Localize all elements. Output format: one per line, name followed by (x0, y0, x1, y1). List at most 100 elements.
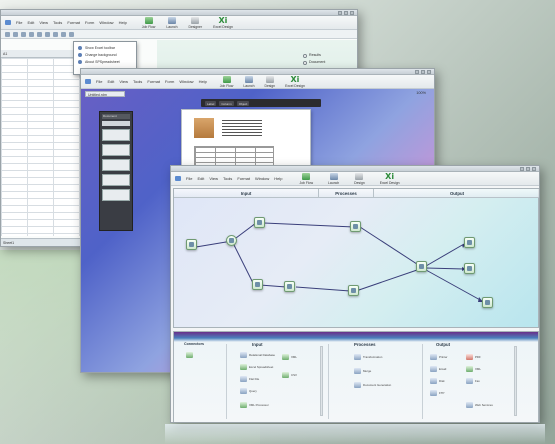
close-button[interactable] (532, 167, 536, 171)
designer-button[interactable]: Designer (189, 16, 202, 29)
palette-item-relational-database[interactable]: Relational Database (240, 352, 275, 358)
menu-tools[interactable]: Tools (133, 79, 142, 84)
palette-item-csv[interactable]: CSV (282, 372, 297, 378)
maximize-button[interactable] (421, 70, 425, 74)
flow-node-output-pdf[interactable] (482, 297, 493, 308)
menu-edit[interactable]: Edit (197, 176, 204, 181)
menu-edit[interactable]: Edit (107, 79, 114, 84)
radio-button[interactable] (303, 60, 307, 65)
connector-tool[interactable] (186, 352, 193, 358)
maximize-button[interactable] (526, 167, 530, 171)
xi-button[interactable]: Xi Excel Design (285, 75, 305, 88)
page-thumbnail[interactable] (102, 129, 130, 141)
page-thumbnail[interactable] (102, 159, 130, 171)
minimize-button[interactable] (338, 11, 342, 15)
menu-help[interactable]: Help (119, 20, 127, 25)
document-tab[interactable]: Untitled.rdm (85, 91, 125, 97)
palette-item-xml-out[interactable]: XML (466, 366, 481, 372)
menu-window[interactable]: Window (255, 176, 269, 181)
input-scrollbar[interactable] (320, 346, 323, 416)
menu-help[interactable]: Help (199, 79, 207, 84)
palette-item-pdf[interactable]: PDF (466, 354, 481, 360)
palette-item-ftp[interactable]: FTP (430, 390, 444, 396)
flow-node-output-2[interactable] (464, 263, 475, 274)
radio-button[interactable] (303, 53, 307, 58)
palette-item-fax[interactable]: Fax (466, 378, 480, 384)
radio-results[interactable]: Results (303, 52, 325, 59)
menu-item-change-background[interactable]: Change background (74, 51, 136, 58)
palette-item-merge[interactable]: Merge (354, 368, 371, 374)
flow-node-merge[interactable] (416, 261, 427, 272)
palette-item-xml[interactable]: XML (282, 354, 297, 360)
spreadsheet-grid[interactable] (1, 58, 81, 236)
column-tool[interactable]: Column (219, 100, 234, 106)
menu-view[interactable]: View (119, 79, 128, 84)
new-icon[interactable] (5, 32, 10, 37)
xi-button[interactable]: Xi Excel Design (380, 172, 400, 185)
flow-node-process-1[interactable] (350, 221, 361, 232)
cut-icon[interactable] (37, 32, 42, 37)
paste-icon[interactable] (53, 32, 58, 37)
open-icon[interactable] (13, 32, 18, 37)
design-button[interactable]: Design (354, 172, 365, 185)
menu-format[interactable]: Format (147, 79, 160, 84)
palette-item-disk[interactable]: Disk (430, 378, 445, 384)
print-icon[interactable] (29, 32, 34, 37)
flow-canvas[interactable]: Input Processes Output (173, 188, 539, 328)
menu-file[interactable]: File (186, 176, 192, 181)
page-thumbnail[interactable] (102, 189, 130, 201)
menu-file[interactable]: File (96, 79, 102, 84)
flow-node-process-2[interactable] (348, 285, 359, 296)
menu-file[interactable]: File (16, 20, 22, 25)
menu-window[interactable]: Window (179, 79, 193, 84)
menu-form[interactable]: Form (165, 79, 174, 84)
flow-node-output-1[interactable] (464, 237, 475, 248)
flow-node-database[interactable] (186, 239, 197, 250)
radio-document[interactable]: Document (303, 59, 325, 66)
menu-item-show-toolbar[interactable]: Show Excel toolbar (74, 44, 136, 51)
flow-node-router[interactable] (226, 235, 237, 246)
palette-item-document-generation[interactable]: Document Generation (354, 382, 391, 388)
menu-window[interactable]: Window (99, 20, 113, 25)
palette-item-query[interactable]: Query (240, 388, 257, 394)
close-button[interactable] (427, 70, 431, 74)
menu-item-about[interactable]: About SPSpreadsheet (74, 58, 136, 65)
palette-item-web-services[interactable]: Web Services (466, 402, 493, 408)
flow-node-transform[interactable] (284, 281, 295, 292)
job-flow-button[interactable]: Job Flow (220, 75, 233, 88)
menu-form[interactable]: Form (85, 20, 94, 25)
launch-button[interactable]: Launch (328, 172, 339, 185)
close-button[interactable] (350, 11, 354, 15)
job-flow-button[interactable]: Job Flow (299, 172, 313, 185)
document-select[interactable] (102, 121, 130, 126)
label-tool[interactable]: Label (205, 100, 217, 106)
flow-node-query[interactable] (254, 217, 265, 228)
page-thumbnail[interactable] (102, 174, 130, 186)
menu-edit[interactable]: Edit (27, 20, 34, 25)
menu-format[interactable]: Format (237, 176, 250, 181)
maximize-button[interactable] (344, 11, 348, 15)
xi-button[interactable]: Xi Excel Design (213, 16, 233, 29)
page-thumbnail[interactable] (102, 144, 130, 156)
flow-node-source[interactable] (252, 279, 263, 290)
menu-help[interactable]: Help (274, 176, 282, 181)
job-flow-button[interactable]: Job Flow (142, 16, 155, 29)
copy-icon[interactable] (45, 32, 50, 37)
menu-tools[interactable]: Tools (223, 176, 232, 181)
object-tool[interactable]: Object (236, 100, 250, 106)
menu-format[interactable]: Format (67, 20, 80, 25)
zoom-control[interactable]: 100% (416, 91, 426, 95)
menu-view[interactable]: View (39, 20, 48, 25)
palette-item-email[interactable]: Email (430, 366, 446, 372)
launch-button[interactable]: Launch (243, 75, 255, 88)
minimize-button[interactable] (520, 167, 524, 171)
menu-view[interactable]: View (209, 176, 218, 181)
palette-item-excel[interactable]: Excel Spreadsheet (240, 364, 273, 370)
palette-item-xml-processor[interactable]: XML Processor (240, 402, 269, 408)
output-scrollbar[interactable] (514, 346, 517, 416)
undo-icon[interactable] (61, 32, 66, 37)
launch-button[interactable]: Launch (166, 16, 178, 29)
redo-icon[interactable] (69, 32, 74, 37)
palette-item-printer[interactable]: Printer (430, 354, 448, 360)
design-button[interactable]: Design (265, 75, 275, 88)
